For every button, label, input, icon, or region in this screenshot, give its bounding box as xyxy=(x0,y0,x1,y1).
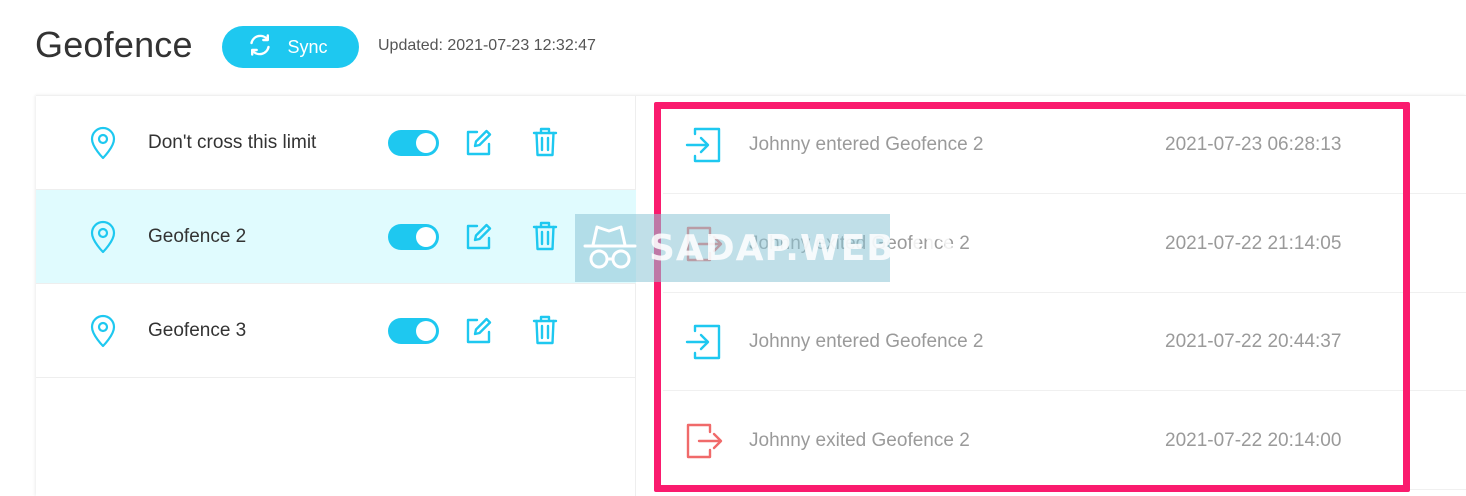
location-pin-icon xyxy=(88,220,118,254)
exit-icon xyxy=(685,422,723,460)
event-time: 2021-07-22 20:14:00 xyxy=(1165,429,1342,451)
event-text: Johnny exited Geofence 2 xyxy=(749,429,970,451)
event-row: Johnny exited Geofence 2 2021-07-22 20:14… xyxy=(663,392,1466,490)
geofence-list: Don't cross this limit Geofence 2 Geofence… xyxy=(36,96,636,496)
event-text: Johnny entered Geofence 2 xyxy=(749,134,984,155)
geofence-name: Geofence 2 xyxy=(148,226,247,247)
enter-icon xyxy=(685,323,723,361)
location-pin-icon xyxy=(88,314,118,348)
edit-icon[interactable] xyxy=(464,129,492,157)
sync-icon xyxy=(247,32,273,63)
geofence-toggle[interactable] xyxy=(388,318,439,344)
geofence-toggle[interactable] xyxy=(388,224,439,250)
edit-icon[interactable] xyxy=(464,317,492,345)
edit-icon[interactable] xyxy=(464,223,492,251)
geofence-row[interactable]: Geofence 3 xyxy=(36,284,636,378)
trash-icon[interactable] xyxy=(532,315,558,345)
location-pin-icon xyxy=(88,126,118,160)
event-text: Johnny entered Geofence 2 xyxy=(749,331,984,352)
geofence-toggle[interactable] xyxy=(388,130,439,156)
toggle-knob xyxy=(416,227,436,247)
enter-icon xyxy=(685,126,723,164)
toggle-knob xyxy=(416,321,436,341)
event-text: Johnny exited Geofence 2 xyxy=(749,232,970,254)
trash-icon[interactable] xyxy=(532,127,558,157)
geofence-name: Geofence 3 xyxy=(148,320,247,341)
event-row: Johnny entered Geofence 2 2021-07-22 20:4… xyxy=(663,293,1466,391)
geofence-row[interactable]: Geofence 2 xyxy=(36,190,636,284)
toggle-knob xyxy=(416,133,436,153)
event-row: Johnny exited Geofence 2 2021-07-22 21:14… xyxy=(663,195,1466,293)
sync-button[interactable]: Sync xyxy=(222,26,359,68)
geofence-name: Don't cross this limit xyxy=(148,132,317,153)
event-time: 2021-07-22 20:44:37 xyxy=(1165,331,1342,352)
trash-icon[interactable] xyxy=(532,221,558,251)
event-time: 2021-07-22 21:14:05 xyxy=(1165,232,1342,254)
sync-label: Sync xyxy=(287,36,328,57)
event-log: Johnny entered Geofence 2 2021-07-23 06:2… xyxy=(663,96,1466,496)
event-time: 2021-07-23 06:28:13 xyxy=(1165,134,1342,155)
updated-timestamp: Updated: 2021-07-23 12:32:47 xyxy=(378,37,596,54)
event-row: Johnny entered Geofence 2 2021-07-23 06:2… xyxy=(663,96,1466,194)
page-title: Geofence xyxy=(35,24,193,65)
geofence-row[interactable]: Don't cross this limit xyxy=(36,96,636,190)
exit-icon xyxy=(685,225,723,263)
